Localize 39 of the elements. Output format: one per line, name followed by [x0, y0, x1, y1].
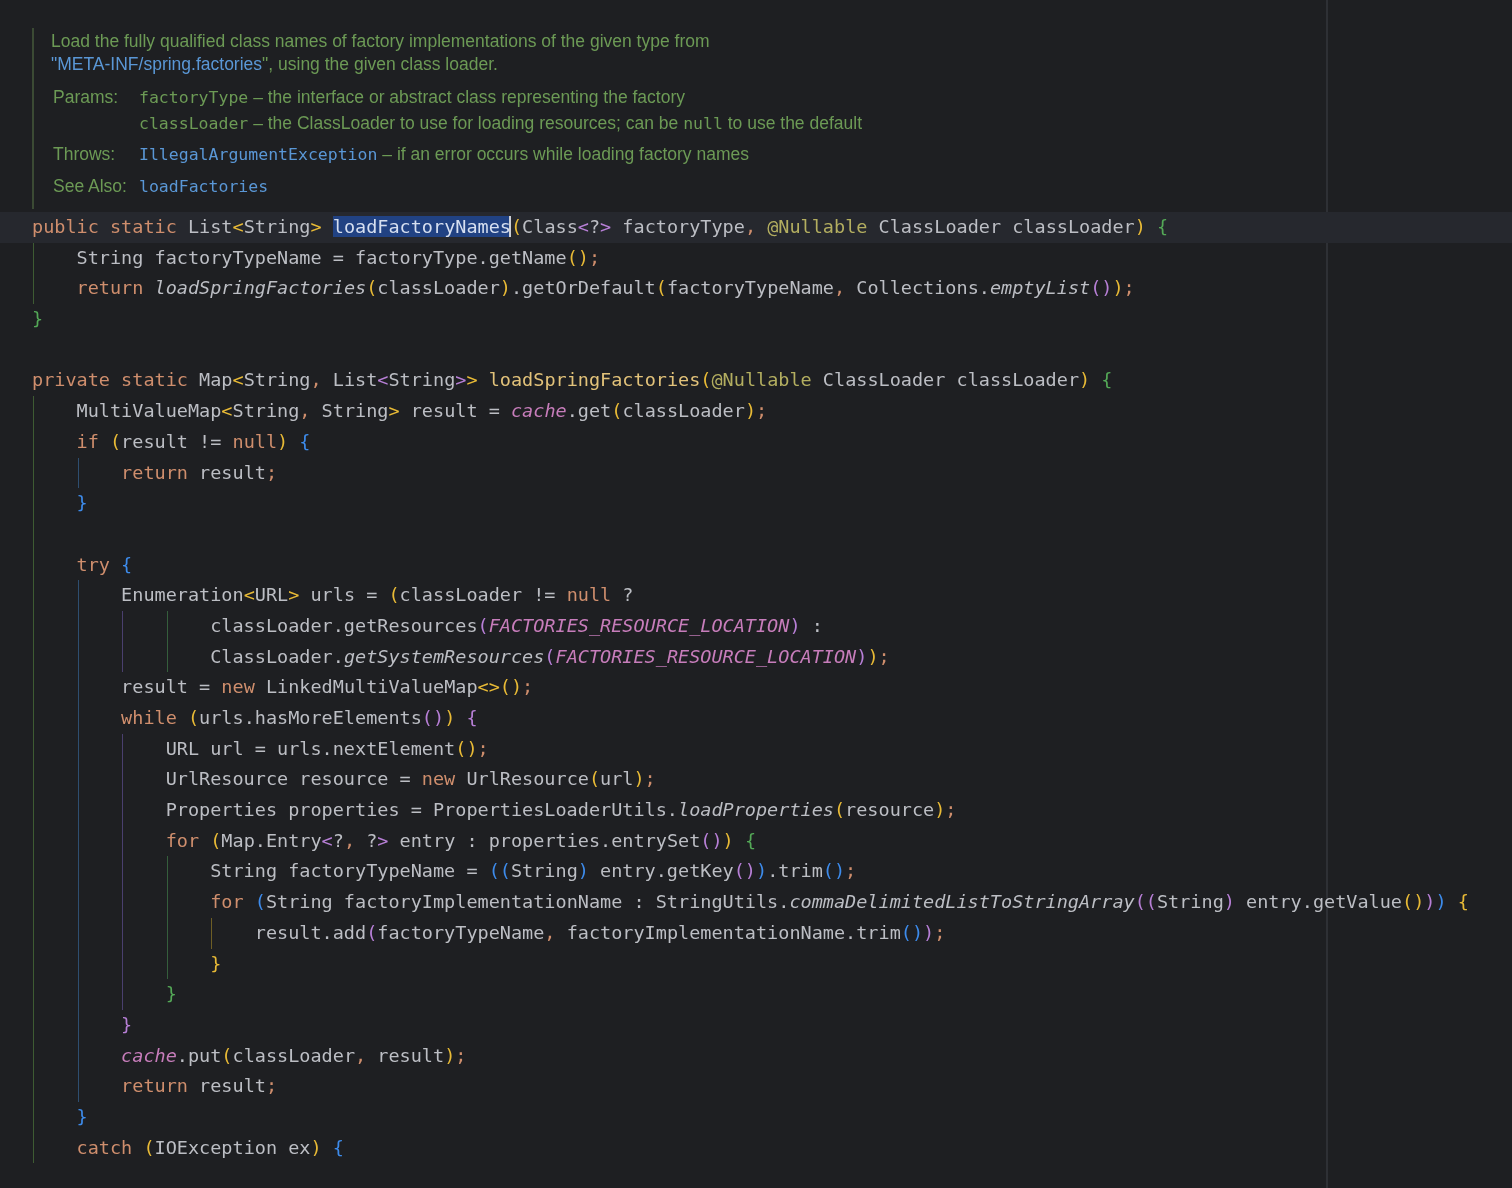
code-line: result.add(factoryTypeName, factoryImplementationName.trim());	[253, 921, 946, 943]
doc-description: IllegalArgumentException – if an error occurs while loading factory names	[139, 143, 750, 166]
doc-summary: Load the fully qualified class names of factory implementations of the given type from "META-INF/spring.factories", using the given class loader.	[51, 30, 711, 76]
doc-description: classLoader – the ClassLoader to use for loading resources; can be null to use the default	[139, 111, 863, 135]
code-line: public static List<String> loadFactoryNames(Class<?> factoryType, @Nullable ClassLoader classLoader) {	[32, 216, 1169, 237]
code-line: while (urls.hasMoreElements()) {	[120, 707, 478, 728]
code-line: URL url = urls.nextElement();	[164, 737, 489, 759]
code-line: for (Map.Entry<?, ?> entry : properties.entrySet()) {	[164, 829, 757, 851]
code-line: try {	[75, 553, 133, 575]
doc-description: factoryType – the interface or abstract class representing the factory	[139, 86, 687, 109]
code-line: return result;	[120, 461, 278, 483]
doc-label: Params:	[53, 86, 120, 109]
code-line: private static Map<String, List<String>> loadSpringFactories(@Nullable ClassLoader classLoader) {	[32, 369, 1113, 391]
code-line: Enumeration<URL> urls = (classLoader != null ?	[120, 584, 634, 606]
code-line: }	[75, 1105, 88, 1127]
doc-link[interactable]: "META-INF/spring.factories	[51, 54, 263, 74]
doc-link[interactable]: IllegalArgumentException	[139, 145, 378, 164]
doc-label: Throws:	[53, 143, 117, 166]
code-line: for (String factoryImplementationName : StringUtils.commaDelimitedListToStringArray((String) entry.getValue())) {	[209, 891, 1469, 913]
code-line: }	[75, 492, 88, 514]
code-line: catch (IOException ex) {	[75, 1136, 344, 1158]
doc-label: See Also:	[53, 174, 128, 198]
code-line: }	[32, 308, 44, 330]
code-line: ClassLoader.getSystemResources(FACTORIES_RESOURCE_LOCATION));	[209, 645, 890, 667]
code-line: Properties properties = PropertiesLoaderUtils.loadProperties(resource);	[164, 799, 957, 821]
code-line: }	[120, 1013, 133, 1035]
code-line: return result;	[120, 1075, 278, 1097]
code-line: return loadSpringFactories(classLoader).getOrDefault(factoryTypeName, Collections.emptyList());	[75, 277, 1135, 299]
code-line: String factoryTypeName = ((String) entry.getKey()).trim();	[209, 860, 857, 882]
code-line: UrlResource resource = new UrlResource(url);	[164, 768, 656, 790]
code-line: cache.put(classLoader, result);	[120, 1044, 467, 1066]
doc-link[interactable]: loadFactories	[139, 176, 269, 196]
code-line: }	[209, 952, 222, 974]
code-line: MultiValueMap<String, String> result = cache.get(classLoader);	[75, 400, 768, 422]
code-line: if (result != null) {	[75, 430, 311, 452]
code-line: String factoryTypeName = factoryType.getName();	[75, 246, 601, 268]
code-line: classLoader.getResources(FACTORIES_RESOURCE_LOCATION) :	[209, 614, 823, 636]
code-line: result = new LinkedMultiValueMap<>();	[120, 676, 534, 698]
code-line: }	[164, 983, 177, 1005]
